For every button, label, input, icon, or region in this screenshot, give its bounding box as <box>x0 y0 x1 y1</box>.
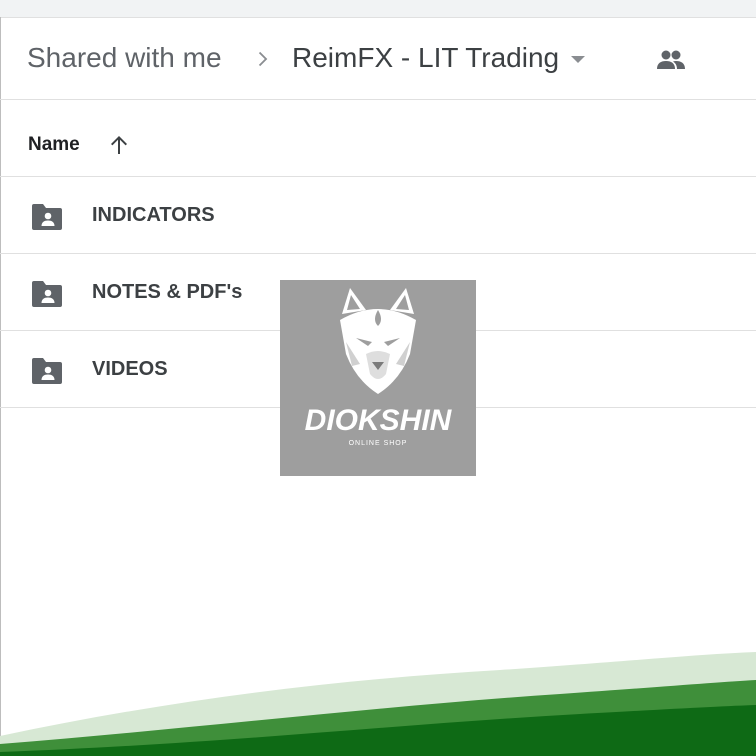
shared-people-button[interactable] <box>652 42 690 78</box>
caret-down-icon[interactable] <box>568 52 588 66</box>
people-icon <box>657 50 685 69</box>
watermark-brand: DIOKSHIN <box>304 404 452 437</box>
column-header-name[interactable]: Name <box>28 134 80 156</box>
browser-top-strip <box>0 0 756 18</box>
shared-folder-icon <box>32 358 62 384</box>
chevron-right-icon <box>258 51 268 67</box>
file-name: NOTES & PDF's <box>92 281 243 303</box>
breadcrumb: Shared with me ReimFX - LIT Trading <box>0 22 756 100</box>
list-header: Name <box>0 100 756 177</box>
wolf-head-icon <box>340 288 416 394</box>
breadcrumb-root-link[interactable]: Shared with me <box>27 42 222 74</box>
breadcrumb-current-folder[interactable]: ReimFX - LIT Trading <box>292 42 559 74</box>
list-item[interactable]: INDICATORS <box>0 177 756 254</box>
watermark-logo: DIOKSHIN ONLINE SHOP <box>280 280 476 476</box>
shared-folder-icon <box>32 281 62 307</box>
decorative-wave <box>0 652 756 756</box>
shared-folder-icon <box>32 204 62 230</box>
watermark-subtitle: ONLINE SHOP <box>348 440 408 447</box>
arrow-up-icon[interactable] <box>107 133 131 157</box>
file-name: VIDEOS <box>92 358 168 380</box>
file-name: INDICATORS <box>92 204 215 226</box>
